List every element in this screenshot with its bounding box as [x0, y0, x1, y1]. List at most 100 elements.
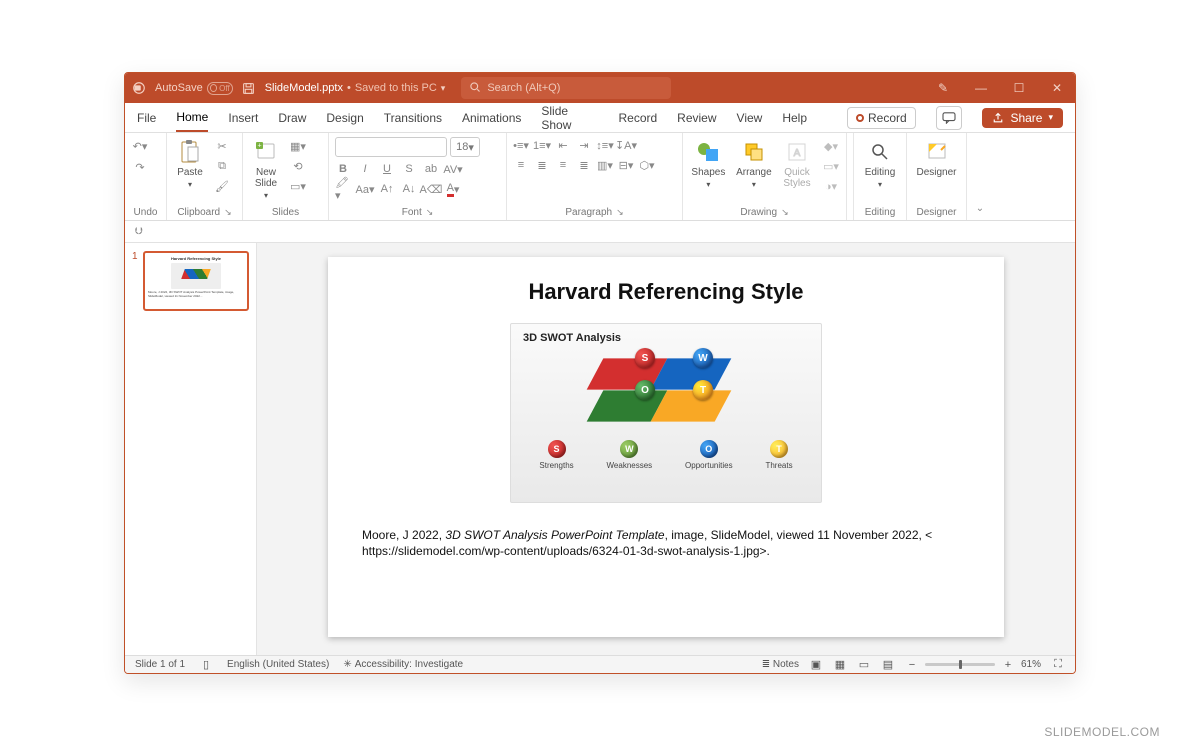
bold-button[interactable]: B — [335, 161, 351, 177]
new-slide-button[interactable]: + New Slide▾ — [249, 137, 283, 202]
search-box[interactable]: Search (Alt+Q) — [461, 77, 671, 99]
pen-mode-icon[interactable]: ✎ — [931, 76, 955, 100]
maximize-button[interactable]: ☐ — [1007, 76, 1031, 100]
indent-dec-button[interactable]: ⇤ — [555, 137, 571, 153]
change-case-button[interactable]: Aa▾ — [357, 181, 373, 197]
zoom-out-button[interactable]: − — [905, 658, 919, 672]
text-direction-button[interactable]: ↧A▾ — [618, 137, 634, 153]
tab-transitions[interactable]: Transitions — [384, 105, 442, 131]
tab-help[interactable]: Help — [782, 105, 807, 131]
zoom-in-button[interactable]: + — [1001, 658, 1015, 672]
grow-font-button[interactable]: A↑ — [379, 181, 395, 197]
shapes-button[interactable]: Shapes▾ — [689, 137, 728, 191]
tab-animations[interactable]: Animations — [462, 105, 521, 131]
justify-button[interactable]: ≣ — [576, 157, 592, 173]
align-right-button[interactable]: ≡ — [555, 157, 571, 173]
reading-view-button[interactable]: ▭ — [857, 658, 871, 672]
font-color-button[interactable]: A▾ — [445, 181, 461, 197]
slide-counter[interactable]: Slide 1 of 1 — [135, 659, 185, 670]
slide-1[interactable]: Harvard Referencing Style 3D SWOT Analys… — [328, 257, 1004, 637]
tab-draw[interactable]: Draw — [278, 105, 306, 131]
copy-button[interactable]: ⧉ — [213, 157, 231, 175]
font-name-combo[interactable] — [335, 137, 447, 157]
underline-button[interactable]: U — [379, 161, 395, 177]
shape-fill-button[interactable]: ◆▾ — [822, 137, 840, 155]
ribbon: ↶▾ ↷ Undo Paste▾ ✂ ⧉ 🖌 Clipboard — [125, 133, 1075, 221]
language-status[interactable]: English (United States) — [227, 659, 329, 670]
slide-thumbnail-1[interactable]: Harvard Referencing Style Moore, J 2022,… — [143, 251, 249, 311]
tab-review[interactable]: Review — [677, 105, 716, 131]
arrange-button[interactable]: Arrange▾ — [734, 137, 774, 191]
quick-styles-button[interactable]: A Quick Styles — [780, 137, 814, 191]
sorter-view-button[interactable]: ▦ — [833, 658, 847, 672]
group-font-label: Font — [402, 207, 422, 218]
fit-window-button[interactable]: ⛶ — [1051, 658, 1065, 672]
columns-button[interactable]: ▥▾ — [597, 157, 613, 173]
slide-canvas[interactable]: Harvard Referencing Style 3D SWOT Analys… — [257, 243, 1075, 655]
thumbnail-panel[interactable]: 1 Harvard Referencing Style Moore, J 202… — [125, 243, 257, 655]
save-icon[interactable] — [241, 80, 257, 96]
search-placeholder: Search (Alt+Q) — [487, 82, 560, 94]
drawing-launcher[interactable] — [781, 207, 789, 218]
smartart-button[interactable]: ⬡▾ — [639, 157, 655, 173]
tab-home[interactable]: Home — [176, 104, 208, 132]
autosave-toggle[interactable]: AutoSave Off — [155, 82, 233, 95]
layout-button[interactable]: ▦▾ — [289, 137, 307, 155]
cut-button[interactable]: ✂ — [213, 137, 231, 155]
qat-customize[interactable]: ⮋ — [135, 226, 143, 237]
format-painter-button[interactable]: 🖌 — [213, 177, 231, 195]
citation-text: Moore, J 2022, 3D SWOT Analysis PowerPoi… — [362, 527, 970, 559]
editing-button[interactable]: Editing▾ — [861, 137, 900, 191]
char-spacing-button[interactable]: AV▾ — [445, 161, 461, 177]
accessibility-status[interactable]: ✳Accessibility: Investigate — [343, 659, 463, 670]
tab-design[interactable]: Design — [326, 105, 363, 131]
notes-button[interactable]: ≣ Notes — [762, 659, 799, 670]
shape-outline-button[interactable]: ▭▾ — [822, 157, 840, 175]
line-spacing-button[interactable]: ↕≡▾ — [597, 137, 613, 153]
section-button[interactable]: ▭▾ — [289, 177, 307, 195]
undo-button[interactable]: ↶▾ — [131, 137, 149, 155]
zoom-value[interactable]: 61% — [1021, 659, 1041, 670]
reset-button[interactable]: ⟲ — [289, 157, 307, 175]
search-icon — [469, 81, 481, 96]
normal-view-button[interactable]: ▣ — [809, 658, 823, 672]
tab-slideshow[interactable]: Slide Show — [541, 98, 598, 138]
minimize-button[interactable]: — — [969, 76, 993, 100]
strike-button[interactable]: S — [401, 161, 417, 177]
highlight-button[interactable]: 🖍▾ — [335, 181, 351, 197]
shapes-icon — [695, 139, 721, 165]
clear-format-button[interactable]: A⌫ — [423, 181, 439, 197]
font-size-combo[interactable]: 18▾ — [450, 137, 480, 157]
tab-insert[interactable]: Insert — [228, 105, 258, 131]
shrink-font-button[interactable]: A↓ — [401, 181, 417, 197]
ribbon-tabs: File Home Insert Draw Design Transitions… — [125, 103, 1075, 133]
align-left-button[interactable]: ≡ — [513, 157, 529, 173]
indent-inc-button[interactable]: ⇥ — [576, 137, 592, 153]
zoom-slider[interactable] — [925, 663, 995, 666]
redo-button[interactable]: ↷ — [131, 158, 149, 176]
collapse-ribbon-button[interactable]: ⌄ — [967, 133, 993, 220]
paragraph-launcher[interactable] — [616, 207, 624, 218]
share-button[interactable]: Share▾ — [982, 108, 1063, 128]
comments-button[interactable] — [936, 106, 963, 130]
shadow-button[interactable]: ab — [423, 161, 439, 177]
tab-record[interactable]: Record — [618, 105, 657, 131]
document-name[interactable]: SlideModel.pptx•Saved to this PC — [265, 82, 446, 94]
close-button[interactable]: ✕ — [1045, 76, 1069, 100]
designer-button[interactable]: Designer — [913, 137, 960, 180]
paste-button[interactable]: Paste▾ — [173, 137, 207, 191]
bullets-button[interactable]: •≡▾ — [513, 137, 529, 153]
tab-view[interactable]: View — [737, 105, 763, 131]
font-launcher[interactable] — [426, 207, 434, 218]
clipboard-launcher[interactable] — [224, 207, 232, 218]
spellcheck-icon[interactable]: ▯ — [199, 658, 213, 672]
record-button[interactable]: Record — [847, 107, 916, 129]
shape-effects-button[interactable]: ◑▾ — [822, 177, 840, 195]
tab-file[interactable]: File — [137, 105, 156, 131]
align-center-button[interactable]: ≣ — [534, 157, 550, 173]
numbering-button[interactable]: 1≡▾ — [534, 137, 550, 153]
app-icon — [131, 80, 147, 96]
slideshow-view-button[interactable]: ▤ — [881, 658, 895, 672]
italic-button[interactable]: I — [357, 161, 373, 177]
align-text-button[interactable]: ⊟▾ — [618, 157, 634, 173]
